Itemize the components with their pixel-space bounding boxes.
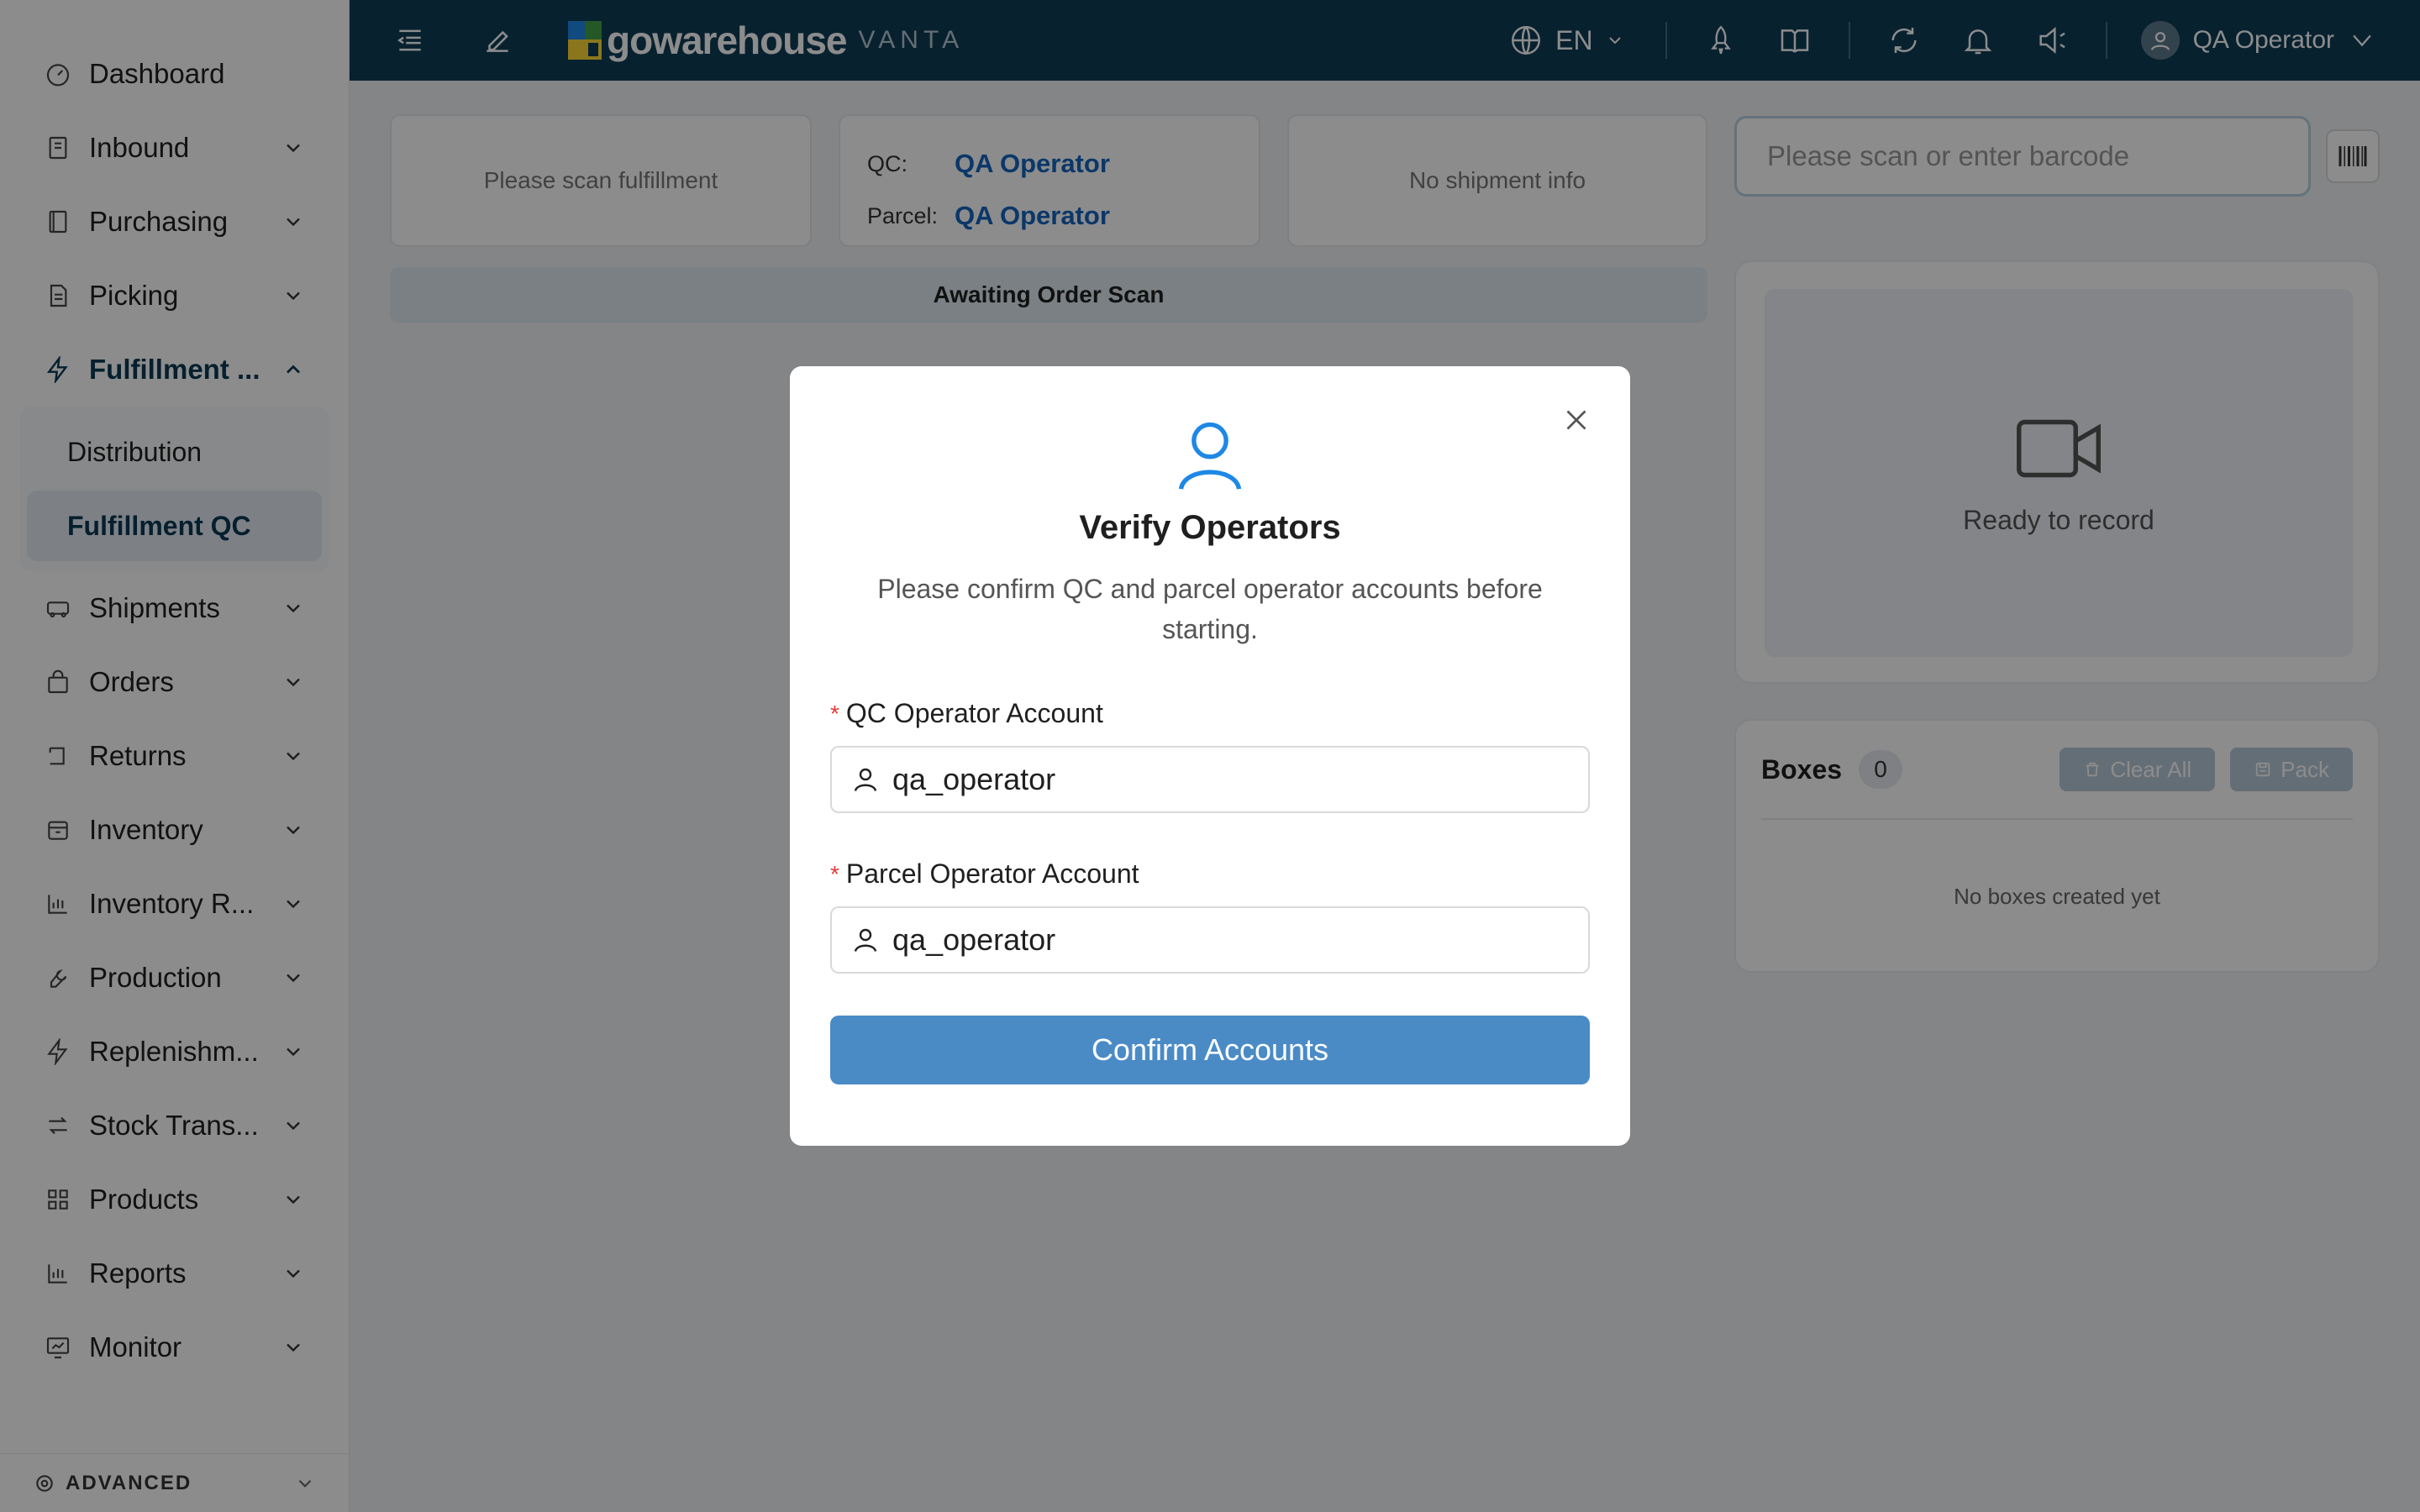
- parcel-operator-label-text: Parcel Operator Account: [845, 858, 1139, 889]
- close-icon: [1566, 410, 1586, 430]
- parcel-operator-field[interactable]: [830, 906, 1590, 974]
- user-icon: [1178, 422, 1242, 490]
- qc-operator-field-label: * QC Operator Account: [830, 698, 1590, 729]
- user-icon: [850, 764, 882, 795]
- modal-description: Please confirm QC and parcel operator ac…: [877, 574, 1543, 644]
- qc-operator-field[interactable]: [830, 746, 1590, 813]
- parcel-operator-field-label: * Parcel Operator Account: [830, 858, 1590, 890]
- user-icon: [850, 924, 882, 956]
- confirm-accounts-button[interactable]: Confirm Accounts: [830, 1016, 1590, 1084]
- required-marker: *: [830, 860, 839, 887]
- modal-title: Verify Operators: [1079, 509, 1341, 546]
- modal-header-icon: [830, 415, 1590, 492]
- qc-operator-label-text: QC Operator Account: [845, 698, 1103, 728]
- verify-operators-modal: Verify Operators Please confirm QC and p…: [790, 366, 1630, 1146]
- qc-operator-input[interactable]: [892, 762, 1570, 797]
- required-marker: *: [830, 700, 839, 727]
- confirm-accounts-label: Confirm Accounts: [1091, 1032, 1329, 1067]
- close-button[interactable]: [1556, 400, 1597, 440]
- parcel-operator-input[interactable]: [892, 922, 1570, 958]
